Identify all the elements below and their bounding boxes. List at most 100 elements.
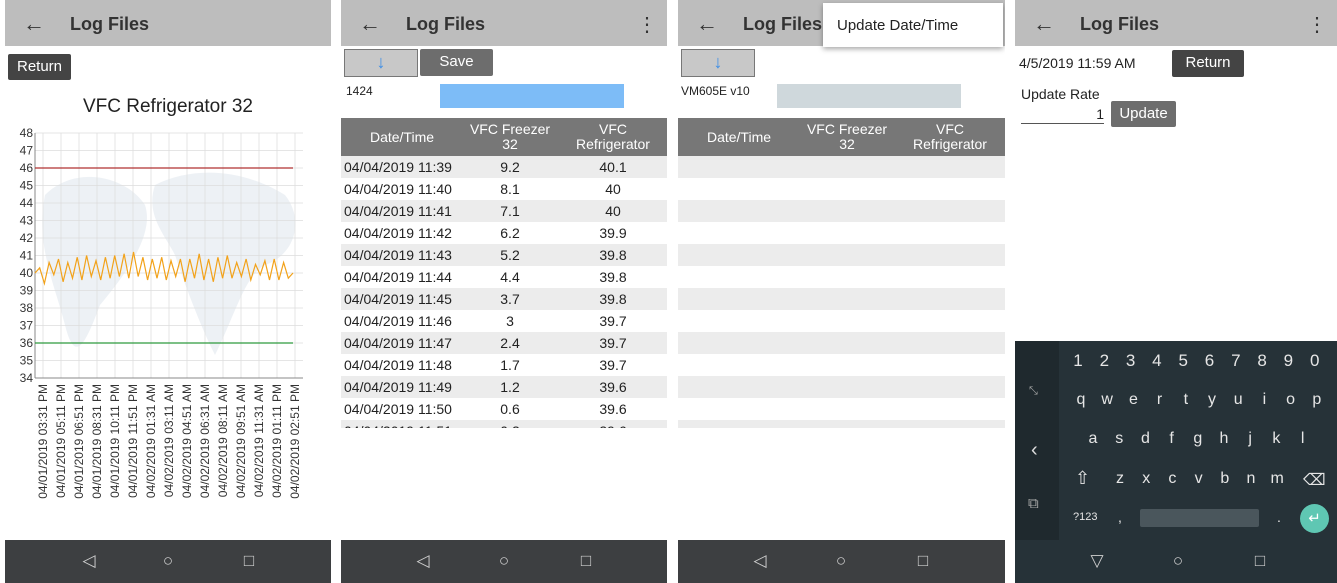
col-freezer[interactable]: VFC Freezer 32 bbox=[463, 122, 557, 152]
key-u[interactable]: u bbox=[1226, 391, 1250, 409]
nav-back-icon[interactable]: ◁ bbox=[79, 551, 99, 571]
download-button[interactable]: ↓ bbox=[344, 49, 418, 77]
enter-key[interactable]: ↵ bbox=[1300, 504, 1329, 533]
key-0[interactable]: 0 bbox=[1304, 351, 1326, 371]
nav-recents-icon[interactable]: □ bbox=[913, 551, 933, 571]
key-2[interactable]: 2 bbox=[1093, 351, 1115, 371]
nav-collapse-keyboard-icon[interactable]: ▽ bbox=[1087, 551, 1107, 571]
key-o[interactable]: o bbox=[1279, 391, 1303, 409]
key-d[interactable]: d bbox=[1133, 430, 1157, 448]
table-row[interactable]: 04/04/2019 11:45 3.7 39.8 bbox=[341, 288, 667, 310]
key-1[interactable]: 1 bbox=[1067, 351, 1089, 371]
x-tick-label: 04/02/2019 09:51 AM bbox=[234, 384, 248, 498]
download-button[interactable]: ↓ bbox=[681, 49, 755, 77]
key-w[interactable]: w bbox=[1095, 391, 1119, 409]
key-h[interactable]: h bbox=[1212, 430, 1236, 448]
nav-recents-icon[interactable]: □ bbox=[576, 551, 596, 571]
back-arrow-icon[interactable]: ← bbox=[696, 11, 718, 37]
key-s[interactable]: s bbox=[1107, 430, 1131, 448]
key-6[interactable]: 6 bbox=[1199, 351, 1221, 371]
table-row[interactable]: 04/04/2019 11:48 1.7 39.7 bbox=[341, 354, 667, 376]
overflow-menu-icon[interactable]: ⋮ bbox=[1307, 12, 1327, 37]
return-button[interactable]: Return bbox=[1172, 50, 1244, 77]
menu-item-update-datetime[interactable]: Update Date/Time bbox=[837, 17, 958, 34]
shift-key[interactable]: ⇧ bbox=[1075, 468, 1090, 489]
table-row[interactable]: 04/04/2019 11:46 3 39.7 bbox=[341, 310, 667, 332]
nav-back-icon[interactable]: ◁ bbox=[750, 551, 770, 571]
key-t[interactable]: t bbox=[1174, 391, 1198, 409]
cell-refrigerator: 39.8 bbox=[599, 269, 627, 285]
android-nav-bar: ◁ ○ □ bbox=[678, 540, 1005, 583]
arrow-down-icon: ↓ bbox=[376, 52, 386, 72]
table-row[interactable]: 04/04/2019 11:47 2.4 39.7 bbox=[341, 332, 667, 354]
nav-home-icon[interactable]: ○ bbox=[831, 551, 851, 571]
nav-recents-icon[interactable]: □ bbox=[1250, 551, 1270, 571]
key-3[interactable]: 3 bbox=[1120, 351, 1142, 371]
nav-home-icon[interactable]: ○ bbox=[158, 551, 178, 571]
cell-freezer: 3.7 bbox=[500, 291, 520, 307]
overflow-menu-icon[interactable]: ⋮ bbox=[637, 12, 657, 37]
update-button[interactable]: Update bbox=[1111, 101, 1176, 127]
table-row[interactable]: 04/04/2019 11:41 7.1 40 bbox=[341, 200, 667, 222]
col-refrigerator[interactable]: VFC Refrigerator bbox=[900, 122, 1000, 152]
key-m[interactable]: m bbox=[1265, 470, 1289, 488]
key-5[interactable]: 5 bbox=[1172, 351, 1194, 371]
key-k[interactable]: k bbox=[1264, 430, 1288, 448]
key-c[interactable]: c bbox=[1160, 470, 1184, 488]
key-b[interactable]: b bbox=[1213, 470, 1237, 488]
key-x[interactable]: x bbox=[1134, 470, 1158, 488]
key-v[interactable]: v bbox=[1187, 470, 1211, 488]
x-tick-label: 04/02/2019 11:31 AM bbox=[252, 384, 266, 497]
keyboard-resize-icon[interactable]: ⤡ bbox=[1029, 385, 1038, 398]
comma-key[interactable]: , bbox=[1118, 509, 1122, 525]
table-row[interactable]: 04/04/2019 11:51 0.2 39.6 bbox=[341, 420, 667, 428]
col-datetime[interactable]: Date/Time bbox=[678, 130, 800, 145]
col-freezer[interactable]: VFC Freezer 32 bbox=[800, 122, 894, 152]
save-button[interactable]: Save bbox=[420, 49, 493, 76]
keyboard-float-icon[interactable]: ⧉ bbox=[1028, 495, 1039, 512]
key-z[interactable]: z bbox=[1108, 470, 1132, 488]
backspace-key[interactable]: ⌫ bbox=[1303, 470, 1326, 490]
period-key[interactable]: . bbox=[1277, 509, 1281, 525]
key-f[interactable]: f bbox=[1160, 430, 1184, 448]
table-row[interactable]: 04/04/2019 11:43 5.2 39.8 bbox=[341, 244, 667, 266]
x-tick-label: 04/02/2019 01:11 PM bbox=[270, 384, 284, 498]
key-7[interactable]: 7 bbox=[1225, 351, 1247, 371]
panel-chart: ← Log Files Return VFC Refrigerator 32 3… bbox=[5, 0, 331, 583]
key-r[interactable]: r bbox=[1148, 391, 1172, 409]
nav-back-icon[interactable]: ◁ bbox=[413, 551, 433, 571]
key-n[interactable]: n bbox=[1239, 470, 1263, 488]
key-8[interactable]: 8 bbox=[1251, 351, 1273, 371]
nav-recents-icon[interactable]: □ bbox=[239, 551, 259, 571]
x-tick-label: 04/01/2019 03:31 PM bbox=[36, 384, 50, 499]
key-p[interactable]: p bbox=[1305, 391, 1329, 409]
key-q[interactable]: q bbox=[1069, 391, 1093, 409]
table-row[interactable]: 04/04/2019 11:50 0.6 39.6 bbox=[341, 398, 667, 420]
space-key[interactable] bbox=[1140, 509, 1259, 527]
key-9[interactable]: 9 bbox=[1277, 351, 1299, 371]
back-arrow-icon[interactable]: ← bbox=[359, 11, 381, 37]
update-rate-input[interactable]: 1 bbox=[1021, 106, 1104, 124]
nav-home-icon[interactable]: ○ bbox=[1168, 551, 1188, 571]
key-l[interactable]: l bbox=[1291, 430, 1315, 448]
keyboard-collapse-icon[interactable]: ‹ bbox=[1031, 439, 1038, 462]
table-row[interactable]: 04/04/2019 11:44 4.4 39.8 bbox=[341, 266, 667, 288]
col-datetime[interactable]: Date/Time bbox=[341, 130, 463, 145]
key-i[interactable]: i bbox=[1252, 391, 1276, 409]
key-4[interactable]: 4 bbox=[1146, 351, 1168, 371]
back-arrow-icon[interactable]: ← bbox=[1033, 11, 1055, 37]
nav-home-icon[interactable]: ○ bbox=[494, 551, 514, 571]
col-refrigerator[interactable]: VFC Refrigerator bbox=[563, 122, 663, 152]
table-row[interactable]: 04/04/2019 11:42 6.2 39.9 bbox=[341, 222, 667, 244]
table-row[interactable]: 04/04/2019 11:49 1.2 39.6 bbox=[341, 376, 667, 398]
symbols-key[interactable]: ?123 bbox=[1073, 511, 1097, 523]
key-a[interactable]: a bbox=[1081, 430, 1105, 448]
back-arrow-icon[interactable]: ← bbox=[23, 11, 45, 37]
return-button[interactable]: Return bbox=[8, 54, 71, 80]
key-e[interactable]: e bbox=[1121, 391, 1145, 409]
key-y[interactable]: y bbox=[1200, 391, 1224, 409]
key-j[interactable]: j bbox=[1238, 430, 1262, 448]
key-g[interactable]: g bbox=[1186, 430, 1210, 448]
table-row[interactable]: 04/04/2019 11:39 9.2 40.1 bbox=[341, 156, 667, 178]
table-row[interactable]: 04/04/2019 11:40 8.1 40 bbox=[341, 178, 667, 200]
